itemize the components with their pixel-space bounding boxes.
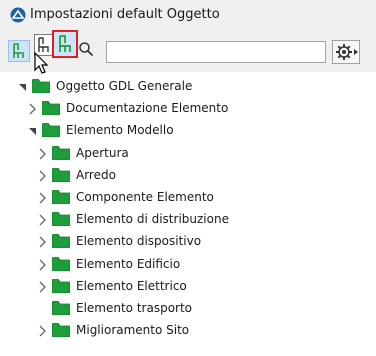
tree-item-label: Elemento Modello (66, 123, 174, 138)
tree-item[interactable]: Documentazione Elemento (28, 98, 366, 120)
tree-item[interactable]: Elemento Modello (28, 120, 366, 142)
toolbar (0, 30, 376, 72)
chevron-right-icon[interactable] (28, 102, 38, 116)
folder-icon (51, 278, 71, 294)
title-bar: Impostazioni default Oggetto (0, 0, 376, 30)
settings-button[interactable] (332, 40, 360, 64)
folder-icon (51, 167, 71, 183)
chair-icon (13, 43, 24, 58)
tree-item-label: Elemento trasporto (76, 301, 193, 315)
folder-icon (51, 145, 71, 160)
tree-item[interactable]: Elemento trasporto (38, 298, 366, 320)
search-input[interactable] (106, 41, 326, 63)
folder-icon (51, 233, 71, 249)
chevron-right-icon[interactable] (38, 258, 48, 272)
chevron-right-icon[interactable] (38, 169, 48, 183)
chevron-right-icon[interactable] (38, 147, 48, 161)
tree-item[interactable]: Apertura (38, 143, 366, 165)
search-icon[interactable] (78, 41, 94, 57)
chair-green-icon (59, 35, 71, 52)
chevron-down-icon[interactable] (28, 124, 38, 138)
tree-item[interactable]: Arredo (38, 165, 366, 187)
filter-favorites-button[interactable] (52, 30, 78, 58)
tree-item[interactable]: Elemento dispositivo (38, 231, 366, 253)
tree-item-label: Elemento Elettrico (76, 278, 187, 293)
tree-item[interactable]: Elemento di distribuzione (38, 209, 366, 231)
tree-item-label: Elemento Edificio (76, 256, 181, 271)
folder-icon (51, 211, 71, 227)
filter-objects-button[interactable] (8, 40, 30, 62)
chevron-right-icon[interactable] (38, 213, 48, 227)
chevron-right-icon[interactable] (38, 191, 48, 205)
tree-item[interactable]: Elemento Elettrico (38, 276, 366, 298)
chevron-down-icon[interactable] (18, 80, 28, 94)
archicad-icon (10, 7, 26, 23)
folder-icon (51, 189, 71, 205)
tree-item-label: Documentazione Elemento (66, 101, 229, 116)
gear-icon (336, 44, 358, 60)
tree-item-label: Apertura (76, 145, 129, 160)
tree-root-item[interactable]: Oggetto GDL Generale (18, 76, 366, 98)
folder-icon (51, 300, 71, 316)
chevron-right-icon[interactable] (38, 280, 48, 294)
tree-item-label: Elemento dispositivo (76, 234, 202, 249)
folder-icon (51, 322, 71, 338)
tree-item-label: Miglioramento Sito (76, 323, 190, 338)
tree-item[interactable]: Miglioramento Sito (38, 320, 366, 342)
folder-icon (51, 256, 71, 271)
window-title: Impostazioni default Oggetto (30, 7, 220, 22)
chevron-right-icon[interactable] (38, 235, 48, 249)
chevron-right-icon[interactable] (38, 324, 48, 338)
tree-item-label: Oggetto GDL Generale (56, 79, 193, 93)
mouse-cursor-icon (34, 52, 49, 74)
folder-icon (41, 122, 61, 138)
tree-item[interactable]: Elemento Edificio (38, 254, 366, 276)
tree-item-label: Arredo (76, 167, 116, 182)
folder-icon (41, 100, 61, 116)
tree-item[interactable]: Componente Elemento (38, 187, 366, 209)
tree-item-label: Elemento di distribuzione (76, 212, 229, 227)
tree-item-label: Componente Elemento (76, 190, 214, 204)
folder-icon (31, 78, 51, 94)
